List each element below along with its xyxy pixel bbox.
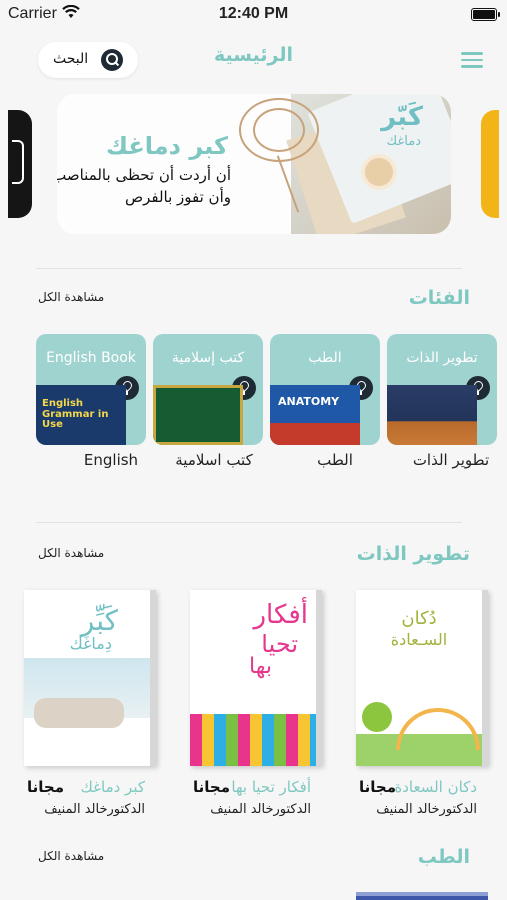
category-cover-text: English Grammar in Use xyxy=(42,398,109,430)
category-image: English Grammar in Use xyxy=(36,385,126,445)
category-label: English xyxy=(83,451,139,469)
book-cover[interactable] xyxy=(356,892,488,900)
home-screen: Carrier 12:40 PM البحث الرئيسية كَبّر دم… xyxy=(0,0,507,900)
book-cover[interactable]: دُكان السـعادة xyxy=(356,590,488,766)
medicine-title: الطب xyxy=(417,846,470,868)
banner-cover-title: كَبّر xyxy=(381,102,423,132)
book-cover[interactable]: كَبِّر دِماغَك xyxy=(24,590,156,766)
category-card-islamic[interactable]: كتب إسلامية xyxy=(153,334,263,445)
banner-text-line1: أن أردت أن تحظى بالمناصب xyxy=(57,166,231,184)
battery-icon xyxy=(471,8,500,21)
category-label: كتب اسلامية xyxy=(175,451,253,469)
banner-peek-left[interactable] xyxy=(8,110,32,218)
category-image xyxy=(153,385,243,445)
hamburger-menu-icon[interactable] xyxy=(461,52,483,68)
banner-peek-right[interactable] xyxy=(481,110,499,218)
clock: 12:40 PM xyxy=(218,5,289,22)
category-name: الطب xyxy=(308,350,342,366)
book-cover[interactable]: أفكار تحيا بها xyxy=(190,590,322,766)
cover-title-line3: بها xyxy=(249,654,272,679)
cover-title: دُكان xyxy=(401,608,437,629)
cover-subtitle: دِماغَك xyxy=(69,634,112,653)
book-author: الدكتورخالد المنيف xyxy=(210,802,311,817)
book-price: مجانا xyxy=(27,778,64,796)
categories-title: الفئات xyxy=(408,287,470,309)
book-author: الدكتورخالد المنيف xyxy=(44,802,145,817)
rope-decoration-inner xyxy=(253,108,305,152)
banner-text-line2: وأن تفوز بالفرص xyxy=(124,188,231,206)
cover-subtitle: السـعادة xyxy=(390,630,448,649)
category-card-medicine[interactable]: الطب ANATOMY xyxy=(270,334,380,445)
category-cover-text: ANATOMY xyxy=(278,395,340,408)
book-title[interactable]: دكان السعادة xyxy=(394,778,477,796)
banner-book-image: كَبّر دماغك xyxy=(286,94,451,234)
banner-title: كبر دماغك xyxy=(106,132,228,160)
category-image xyxy=(387,385,477,445)
category-card-english[interactable]: English Book English Grammar in Use xyxy=(36,334,146,445)
category-name: تطوير الذات xyxy=(406,350,478,366)
banner-cover-subtitle: دماغك xyxy=(386,134,421,149)
book-title[interactable]: كبر دماغك xyxy=(81,778,145,796)
category-label: تطوير الذات xyxy=(412,451,490,469)
category-name: كتب إسلامية xyxy=(171,350,245,366)
self-dev-title: تطوير الذات xyxy=(356,543,470,565)
category-image: ANATOMY xyxy=(270,385,360,445)
book-price: مجانا xyxy=(193,778,230,796)
category-name: English Book xyxy=(46,350,136,366)
categories-see-all-link[interactable]: مشاهدة الكل xyxy=(38,290,104,304)
category-label: الطب xyxy=(317,451,353,469)
divider xyxy=(36,268,462,269)
book-price: مجانا xyxy=(359,778,396,796)
nav-bar: البحث الرئيسية xyxy=(0,30,507,90)
book-title[interactable]: أفكار تحيا بها xyxy=(231,778,311,796)
cover-title: أفكار xyxy=(253,600,309,630)
book-author: الدكتورخالد المنيف xyxy=(376,802,477,817)
divider xyxy=(36,522,462,523)
self-dev-see-all-link[interactable]: مشاهدة الكل xyxy=(38,546,104,560)
cover-title: كَبِّر xyxy=(80,604,118,637)
category-card-self-development[interactable]: تطوير الذات xyxy=(387,334,497,445)
status-bar: Carrier 12:40 PM xyxy=(0,0,507,30)
banner-carousel[interactable]: كَبّر دماغك كبر دماغك أن أردت أن تحظى با… xyxy=(0,94,507,234)
page-title: الرئيسية xyxy=(214,44,293,66)
banner-card[interactable]: كَبّر دماغك كبر دماغك أن أردت أن تحظى با… xyxy=(57,94,451,234)
medicine-see-all-link[interactable]: مشاهدة الكل xyxy=(38,849,104,863)
